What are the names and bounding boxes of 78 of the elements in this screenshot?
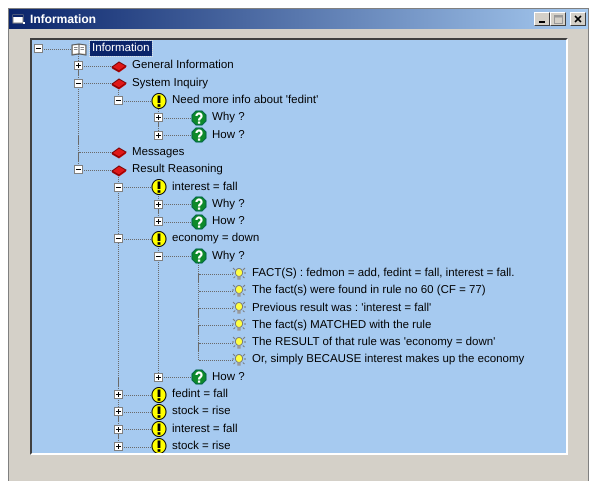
tree-item[interactable]: fedint = fall bbox=[170, 387, 230, 402]
lightbulb-icon bbox=[231, 300, 247, 316]
tree-item[interactable]: Previous result was : 'interest = fall' bbox=[250, 300, 434, 316]
tree-item[interactable]: Need more info about 'fedint' bbox=[170, 93, 320, 108]
plus-icon bbox=[155, 374, 162, 381]
tree-item[interactable]: Why ? bbox=[210, 248, 247, 264]
tree-item[interactable]: Information bbox=[90, 41, 152, 56]
plus-icon bbox=[115, 391, 122, 398]
expand-button[interactable] bbox=[114, 424, 123, 434]
plus-icon bbox=[115, 408, 122, 416]
expand-button[interactable] bbox=[154, 217, 163, 226]
tree-item[interactable]: The fact(s) MATCHED with the rule bbox=[250, 318, 434, 333]
exclamation-icon bbox=[151, 92, 167, 109]
close-icon bbox=[574, 15, 582, 23]
minimize-button[interactable] bbox=[534, 12, 550, 26]
tree-item[interactable]: stock = rise bbox=[170, 404, 232, 420]
lightbulb-icon bbox=[231, 334, 247, 351]
collapse-button[interactable] bbox=[34, 44, 43, 54]
tree-item[interactable]: System Inquiry bbox=[130, 76, 210, 91]
tree-item[interactable]: Messages bbox=[130, 144, 186, 160]
collapse-button[interactable] bbox=[74, 78, 83, 88]
tree-item[interactable]: The RESULT of that rule was 'economy = down' bbox=[250, 335, 498, 350]
book-icon bbox=[71, 40, 87, 57]
tree-item[interactable]: interest = fall bbox=[170, 180, 240, 195]
tree-item[interactable]: Why ? bbox=[210, 196, 247, 212]
plus-icon bbox=[155, 218, 162, 226]
expand-button[interactable] bbox=[154, 372, 163, 382]
exclamation-icon bbox=[151, 386, 167, 403]
plus-icon bbox=[155, 132, 162, 139]
plus-icon bbox=[155, 200, 162, 208]
exclamation-icon bbox=[151, 421, 167, 438]
collapse-button[interactable] bbox=[114, 182, 123, 192]
tree-item[interactable]: stock = rise bbox=[170, 438, 232, 453]
tree-item[interactable]: Result Reasoning bbox=[130, 162, 225, 178]
exclamation-icon bbox=[151, 404, 167, 420]
expand-button[interactable] bbox=[74, 61, 83, 70]
tree-item[interactable]: How ? bbox=[210, 370, 247, 385]
plus-icon bbox=[115, 442, 122, 450]
question-icon bbox=[191, 110, 207, 126]
tree-item[interactable]: Why ? bbox=[210, 110, 247, 126]
window-title: Information bbox=[30, 11, 96, 28]
lightbulb-icon bbox=[231, 352, 247, 368]
expand-button[interactable] bbox=[114, 390, 123, 400]
question-icon bbox=[191, 248, 207, 264]
maximize-icon bbox=[554, 14, 562, 24]
question-icon bbox=[191, 369, 207, 386]
collapse-button[interactable] bbox=[74, 165, 83, 174]
tree-item[interactable]: The fact(s) were found in rule no 60 (CF = 77) bbox=[250, 283, 488, 298]
collapse-button[interactable] bbox=[154, 252, 163, 261]
expand-button[interactable] bbox=[154, 200, 163, 209]
expand-button[interactable] bbox=[114, 407, 123, 416]
tree-item[interactable]: General Information bbox=[130, 58, 236, 74]
lightbulb-icon bbox=[231, 266, 247, 282]
tree-item[interactable]: How ? bbox=[210, 214, 247, 230]
close-button[interactable] bbox=[570, 12, 586, 26]
collapse-button[interactable] bbox=[114, 234, 123, 244]
window-icon bbox=[12, 13, 26, 25]
tree-item[interactable]: Or, simply BECAUSE interest makes up the economy bbox=[250, 352, 526, 368]
tree-item[interactable]: How ? bbox=[210, 128, 247, 143]
expand-button[interactable] bbox=[154, 113, 163, 122]
tree-item[interactable]: economy = down bbox=[170, 231, 262, 246]
plus-icon bbox=[115, 426, 122, 433]
question-icon bbox=[191, 127, 207, 144]
plus-icon bbox=[75, 62, 82, 70]
expand-button[interactable] bbox=[114, 442, 123, 451]
tree-item[interactable]: interest = fall bbox=[170, 422, 240, 437]
exclamation-icon bbox=[151, 179, 167, 196]
plus-icon bbox=[155, 114, 162, 122]
lightbulb-icon bbox=[231, 317, 247, 334]
question-icon bbox=[191, 214, 207, 230]
question-icon bbox=[191, 196, 207, 212]
lightbulb-icon bbox=[231, 282, 247, 299]
exclamation-icon bbox=[151, 438, 167, 453]
expand-button[interactable] bbox=[154, 130, 163, 140]
collapse-button[interactable] bbox=[114, 96, 123, 106]
maximize-button[interactable] bbox=[550, 12, 566, 26]
tree-item[interactable]: FACT(S) : fedmon = add, fedint = fall, interest = fall. bbox=[250, 266, 516, 281]
exclamation-icon bbox=[151, 230, 167, 247]
